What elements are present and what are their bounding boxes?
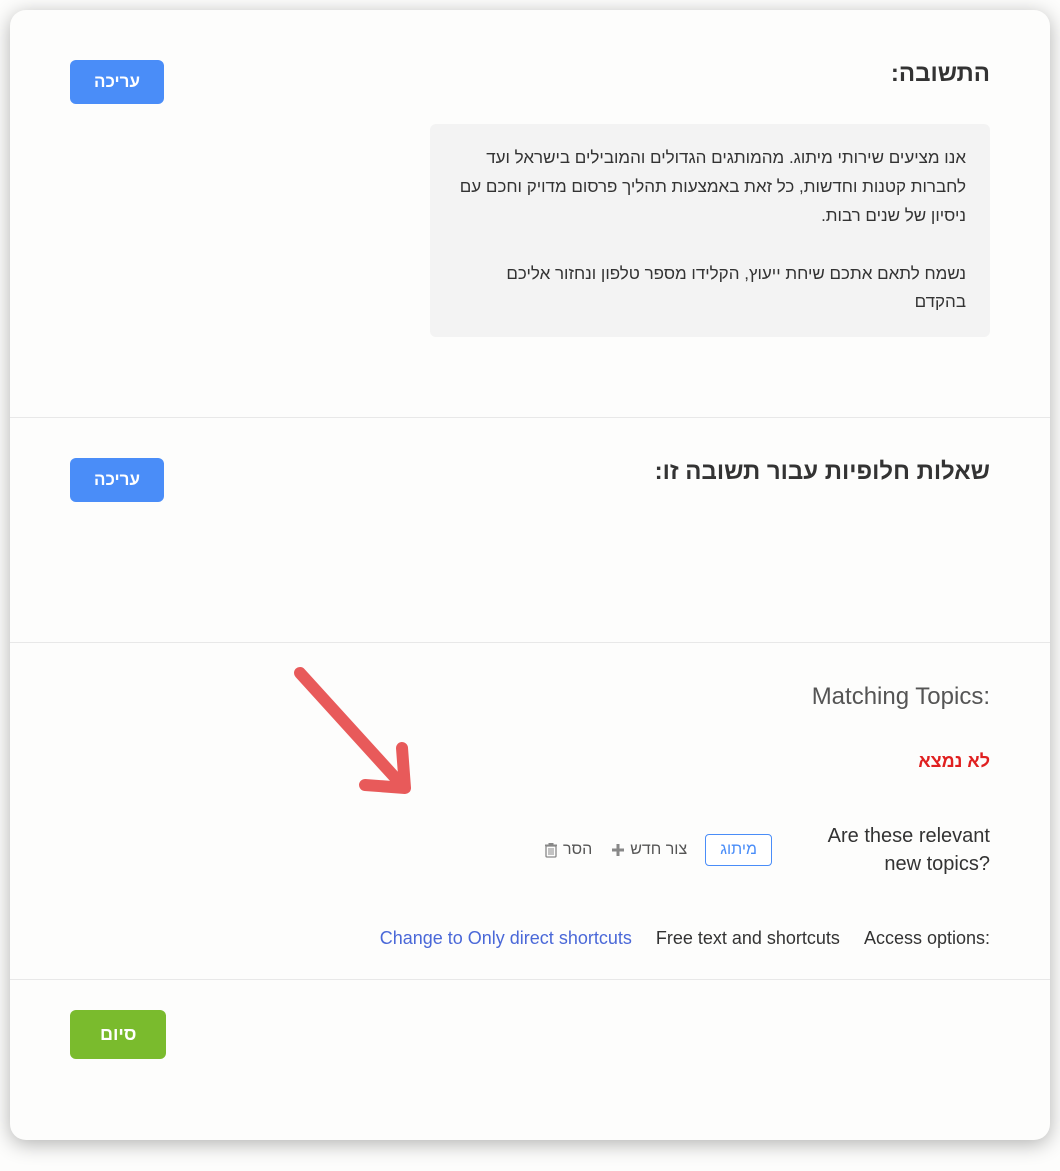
finish-button[interactable]: סיום (70, 1010, 166, 1059)
access-current-value: Free text and shortcuts (656, 928, 840, 949)
access-options-row: Access options: Free text and shortcuts … (70, 928, 990, 949)
matching-topics-section: Matching Topics: לא נמצא Are these relev… (10, 643, 1050, 980)
alt-questions-section: שאלות חלופיות עבור תשובה זו: עריכה (10, 418, 1050, 643)
plus-icon (610, 842, 626, 858)
annotation-arrow-icon (280, 653, 440, 823)
answer-section: התשובה: עריכה אנו מציעים שירותי מיתוג. מ… (10, 10, 1050, 418)
main-card: התשובה: עריכה אנו מציעים שירותי מיתוג. מ… (10, 10, 1050, 1140)
answer-text-box: אנו מציעים שירותי מיתוג. מהמותגים הגדולי… (430, 124, 990, 337)
matching-topics-title: Matching Topics: (70, 683, 990, 711)
footer-section: סיום (10, 980, 1050, 1089)
create-new-label: צור חדש (630, 841, 687, 859)
new-topics-row: Are these relevant new topics? מיתוג צור… (70, 822, 990, 878)
topic-chip[interactable]: מיתוג (705, 834, 772, 866)
answer-title: התשובה: (891, 60, 990, 88)
remove-action[interactable]: הסר (543, 841, 592, 859)
answer-header: התשובה: עריכה (70, 60, 990, 104)
access-change-link[interactable]: Change to Only direct shortcuts (380, 928, 632, 949)
edit-alt-questions-button[interactable]: עריכה (70, 458, 164, 502)
edit-answer-button[interactable]: עריכה (70, 60, 164, 104)
not-found-message: לא נמצא (70, 751, 990, 772)
trash-icon (543, 842, 559, 858)
alt-questions-title: שאלות חלופיות עבור תשובה זו: (655, 458, 990, 486)
access-options-label: Access options: (864, 928, 990, 949)
new-topics-label: Are these relevant new topics? (790, 822, 990, 878)
remove-label: הסר (563, 841, 592, 859)
create-new-action[interactable]: צור חדש (610, 841, 687, 859)
alt-questions-header: שאלות חלופיות עבור תשובה זו: עריכה (70, 458, 990, 502)
